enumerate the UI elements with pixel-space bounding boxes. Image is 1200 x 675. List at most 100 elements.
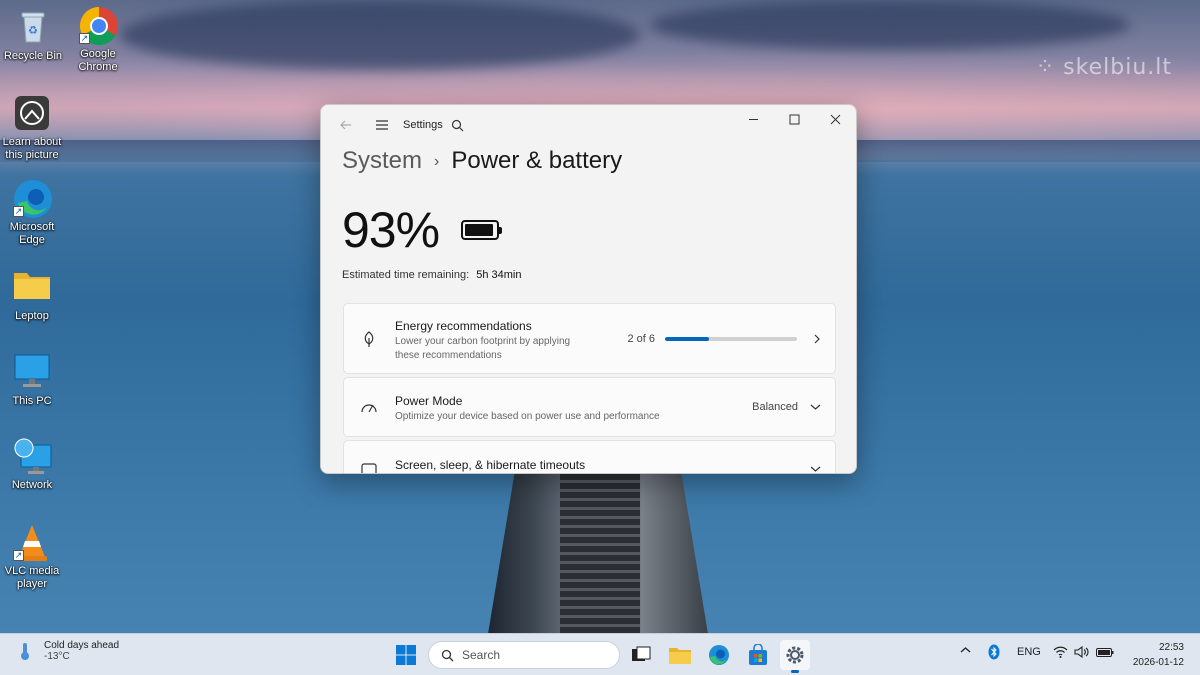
weather-temperature: -13°C [44,651,70,662]
search-placeholder: Search [462,648,501,662]
desktop-icon-leptop-folder[interactable]: Leptop [0,268,64,323]
title-bar: Settings [321,105,856,145]
app-title: Settings [403,119,443,131]
screen-sleep-timeouts-card[interactable]: Screen, sleep, & hibernate timeouts [343,440,836,473]
energy-recommendations-subtitle: Lower your carbon footprint by applying … [395,335,570,363]
desktop-icon-learn-about-picture[interactable]: Learn about this picture [0,94,64,162]
learn-about-picture-icon [13,94,51,132]
chrome-icon: ↗ [79,6,118,46]
task-view-icon [632,646,651,661]
taskbar-search[interactable]: Search [428,641,620,669]
wallpaper-cloud [650,0,1130,50]
power-mode-subtitle: Optimize your device based on power use … [395,411,660,422]
timeouts-expand[interactable] [810,465,821,473]
energy-progress-bar [665,337,797,341]
timeouts-title: Screen, sleep, & hibernate timeouts [395,458,586,472]
windows-logo-icon [396,645,416,665]
leaf-icon [360,330,378,348]
wallpaper-pier-slats [560,474,640,634]
power-mode-dropdown[interactable]: Balanced [752,401,821,413]
folder-icon [13,268,51,306]
desktop-icon-chrome[interactable]: ↗ Google Chrome [66,6,130,74]
estimated-time: Estimated time remaining: 5h 34min [342,269,522,281]
energy-recommendations-title: Energy recommendations [395,319,532,333]
desktop-icon-edge[interactable]: ↗ Microsoft Edge [0,179,64,247]
folder-icon [669,648,691,664]
battery-fill [465,224,493,236]
volume-icon[interactable] [1074,646,1089,658]
settings-window: Settings System › Power & battery 93% Es… [320,104,857,474]
watermark-dots-icon: ⁘ [1035,55,1064,80]
energy-subtitle-line: Lower your carbon footprint by applying [395,336,571,347]
window-controls [733,105,856,133]
store-button[interactable] [743,640,773,670]
breadcrumb-separator: › [434,153,440,170]
energy-subtitle-line: these recommendations [395,350,502,361]
edge-taskbar-button[interactable] [704,640,734,670]
battery-percentage: 93% [342,202,440,258]
power-mode-title: Power Mode [395,394,463,408]
weather-title: Cold days ahead [44,640,120,651]
screen-sleep-icon [360,461,378,473]
estimated-time-value: 5h 34min [476,269,522,281]
taskbar: Cold days ahead -13°C Search ENG 22:53 2… [0,633,1200,675]
svg-text:♻: ♻ [28,25,38,37]
close-button[interactable] [815,105,856,133]
battery-tray-icon[interactable] [1096,648,1114,657]
store-icon [749,644,767,665]
desktop-icon-recycle-bin[interactable]: ♻ Recycle Bin [1,8,65,63]
chevron-down-icon [810,404,821,410]
chevron-right-icon [814,334,820,344]
energy-recommendations-card[interactable]: Energy recommendations Lower your carbon… [343,303,836,374]
desktop-icon-label: This PC [12,395,52,407]
page-title: Power & battery [451,147,623,174]
wallpaper-cloud [120,0,640,70]
chevron-up-icon[interactable] [960,646,971,654]
breadcrumb-system-link[interactable]: System [342,147,422,175]
minimize-button[interactable] [733,105,774,133]
edge-icon: ↗ [13,179,52,218]
battery-icon [461,220,502,240]
gear-icon [786,646,804,664]
search-icon[interactable] [445,112,471,138]
chevron-down-icon [810,466,821,472]
power-mode-gauge-icon [360,399,378,417]
weather-widget[interactable]: Cold days ahead -13°C [14,640,119,662]
desktop-icon-this-pc[interactable]: This PC [0,353,64,408]
language-indicator[interactable]: ENG [1017,646,1041,658]
monitor-icon [13,353,51,391]
settings-taskbar-button[interactable] [780,640,810,673]
clock-time: 22:53 [1158,642,1184,653]
desktop-icon-label: Leptop [15,310,49,322]
breadcrumb: System › Power & battery [342,147,622,175]
network-icon [13,437,52,475]
active-indicator [791,670,799,673]
watermark: ⁘ skelbiu.lt [1035,55,1172,80]
bluetooth-icon[interactable] [988,644,1000,660]
desktop-icon-label: VLC media player [4,565,60,590]
desktop-icon-label: Recycle Bin [3,50,63,62]
task-view-button[interactable] [626,640,656,670]
start-button[interactable] [391,640,421,670]
estimated-time-label: Estimated time remaining: [342,269,470,281]
shortcut-arrow-icon: ↗ [13,206,24,217]
file-explorer-button[interactable] [665,640,695,670]
battery-tip [499,227,502,234]
vlc-icon: ↗ [13,523,51,561]
desktop-icon-vlc[interactable]: ↗ VLC media player [0,523,64,591]
energy-progress-group: 2 of 6 [627,333,821,345]
hamburger-menu-icon[interactable] [369,112,395,138]
desktop-icon-label: Network [11,479,53,491]
wifi-icon[interactable] [1053,646,1068,658]
energy-progress-fill [665,337,709,341]
back-arrow-icon[interactable] [333,112,359,138]
power-mode-value: Balanced [752,401,798,413]
shortcut-arrow-icon: ↗ [79,33,90,44]
power-mode-card[interactable]: Power Mode Optimize your device based on… [343,377,836,437]
desktop-icon-network[interactable]: Network [0,437,64,492]
maximize-button[interactable] [774,105,815,133]
clock[interactable]: 22:53 2026-01-12 [1133,640,1184,670]
shortcut-arrow-icon: ↗ [13,550,24,561]
search-icon [441,649,454,661]
energy-count: 2 of 6 [627,333,655,345]
